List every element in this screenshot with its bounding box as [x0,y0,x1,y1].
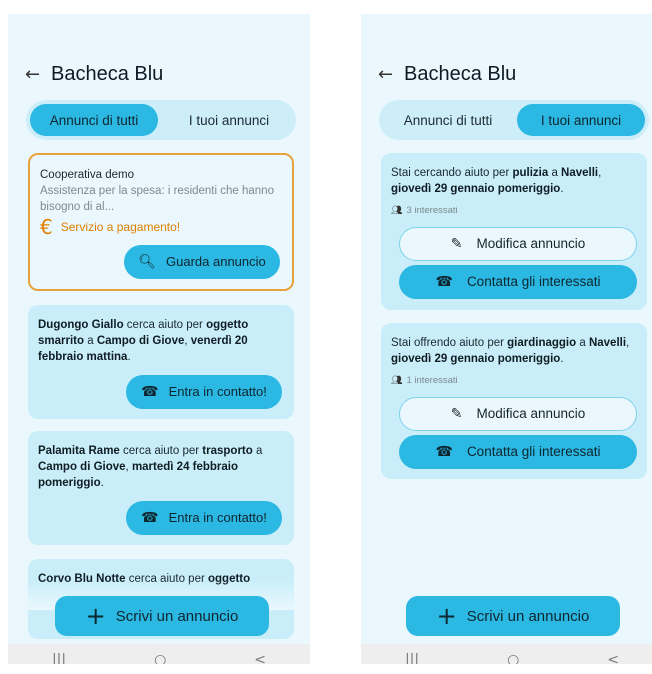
interested-label: 3 interessati [406,205,458,216]
tab-switcher: Annunci di tutti I tuoi annunci [26,100,296,140]
paid-service-label: Servizio a pagamento! [60,220,181,234]
ad-text-part: Stai offrendo aiuto per [391,337,508,349]
screen-my-ads: ← Bacheca Blu Annunci di tutti I tuoi an… [361,14,652,664]
app-bar: ← Bacheca Blu [25,59,163,89]
ad-card: Palamita Rame cerca aiuto per trasporto … [28,431,294,545]
paid-service-badge: € Servizio a pagamento! [40,215,282,239]
back-icon[interactable]: < [254,652,266,664]
edit-ad-label: Modifica annuncio [476,406,586,421]
ad-author: Palamita Rame [38,445,120,457]
ad-place: Navelli [561,167,599,179]
people-icon: 👥︎ [391,206,403,216]
my-ad-card: Stai offrendo aiuto per giardinaggio a N… [381,323,647,479]
ad-text-part: , [598,167,602,179]
euro-icon: € [40,215,53,239]
plus-icon: + [436,602,457,630]
phone-icon: ☎ [141,510,159,526]
system-nav-bar: ||| ○ < [361,644,652,664]
back-icon[interactable]: < [607,652,619,664]
edit-ad-button[interactable]: ✎ Modifica annuncio [399,227,637,261]
view-ad-button[interactable]: 🔍︎ Guarda annuncio [124,245,280,279]
contact-button[interactable]: ☎ Entra in contatto! [126,501,282,535]
ad-author: Dugongo Giallo [38,319,124,331]
ad-text-part: a [576,337,589,349]
contact-interested-button[interactable]: ☎ Contatta gli interessati [399,435,637,469]
system-nav-bar: ||| ○ < [8,644,310,664]
pencil-icon: ✎ [450,236,463,252]
write-ad-button[interactable]: + Scrivi un annuncio [55,596,269,636]
plus-icon: + [85,602,106,630]
ad-text: Stai offrendo aiuto per giardinaggio a N… [391,335,637,367]
ad-text-part: , [626,337,630,349]
ad-text-part: a [548,167,562,179]
contact-label: Entra in contatto! [168,384,267,399]
view-ad-label: Guarda annuncio [166,254,266,269]
interested-label: 1 interessati [406,375,458,386]
contact-interested-button[interactable]: ☎ Contatta gli interessati [399,265,637,299]
pencil-icon: ✎ [450,406,463,422]
write-ad-label: Scrivi un annuncio [115,607,239,625]
ad-text-part: . [100,477,104,489]
ad-text-part: . [560,183,564,195]
tab-switcher: Annunci di tutti I tuoi annunci [379,100,649,140]
contact-button[interactable]: ☎ Entra in contatto! [126,375,282,409]
ad-place: Campo di Giove [96,335,185,347]
ad-when: giovedì 29 gennaio pomeriggio [391,353,561,365]
ad-text-part: a [84,335,97,347]
ad-organization: Cooperativa demo [40,169,134,181]
back-arrow-icon[interactable]: ← [25,64,51,85]
ad-when: giovedì 29 gennaio pomeriggio [391,183,561,195]
ad-text-part: a [252,445,263,457]
home-icon[interactable]: ○ [507,652,519,664]
ad-text-part: cerca aiuto per [119,445,203,457]
ad-text: Dugongo Giallo cerca aiuto per oggetto s… [38,317,284,365]
ad-category: giardinaggio [507,337,577,349]
tab-all-ads[interactable]: Annunci di tutti [30,104,158,136]
interested-count: 👥︎ 3 interessati [391,203,637,219]
ad-text-part: Stai cercando aiuto per [391,167,513,179]
contact-interested-label: Contatta gli interessati [466,444,601,459]
page-title: Bacheca Blu [404,62,517,85]
app-bar: ← Bacheca Blu [378,59,516,89]
contact-interested-label: Contatta gli interessati [466,274,601,289]
screen-all-ads: ← Bacheca Blu Annunci di tutti I tuoi an… [8,14,310,664]
contact-label: Entra in contatto! [168,510,267,525]
ad-description: Assistenza per la spesa: i residenti che… [40,185,274,213]
ad-place: Campo di Giove [38,461,126,473]
recents-icon[interactable]: ||| [52,652,66,664]
interested-count: 👥︎ 1 interessati [391,373,637,389]
my-ad-card: Stai cercando aiuto per pulizia a Navell… [381,153,647,310]
ad-text: Stai cercando aiuto per pulizia a Navell… [391,165,637,197]
write-ad-label: Scrivi un annuncio [466,607,590,625]
tab-my-ads[interactable]: I tuoi annunci [166,104,292,136]
ad-text: Palamita Rame cerca aiuto per trasporto … [38,443,284,491]
people-icon: 👥︎ [391,376,403,386]
ad-card-paid: Cooperativa demo Assistenza per la spesa… [28,153,294,291]
ad-text-part: cerca aiuto per [123,319,207,331]
recents-icon[interactable]: ||| [405,652,419,664]
ad-place: Navelli [588,337,627,349]
edit-ad-label: Modifica annuncio [476,236,586,251]
ad-category: trasporto [202,445,253,457]
page-title: Bacheca Blu [51,62,164,85]
phone-icon: ☎ [435,274,453,290]
home-icon[interactable]: ○ [154,652,166,664]
ad-card: Dugongo Giallo cerca aiuto per oggetto s… [28,305,294,419]
phone-icon: ☎ [435,444,453,460]
edit-ad-button[interactable]: ✎ Modifica annuncio [399,397,637,431]
write-ad-button[interactable]: + Scrivi un annuncio [406,596,620,636]
ad-text-part: . [560,353,564,365]
ad-text-part: . [127,351,131,363]
ad-category: pulizia [512,167,549,179]
back-arrow-icon[interactable]: ← [378,64,404,85]
search-icon: 🔍︎ [138,254,157,270]
tab-all-ads[interactable]: Annunci di tutti [385,104,511,136]
tab-my-ads[interactable]: I tuoi annunci [517,104,645,136]
phone-icon: ☎ [141,384,159,400]
